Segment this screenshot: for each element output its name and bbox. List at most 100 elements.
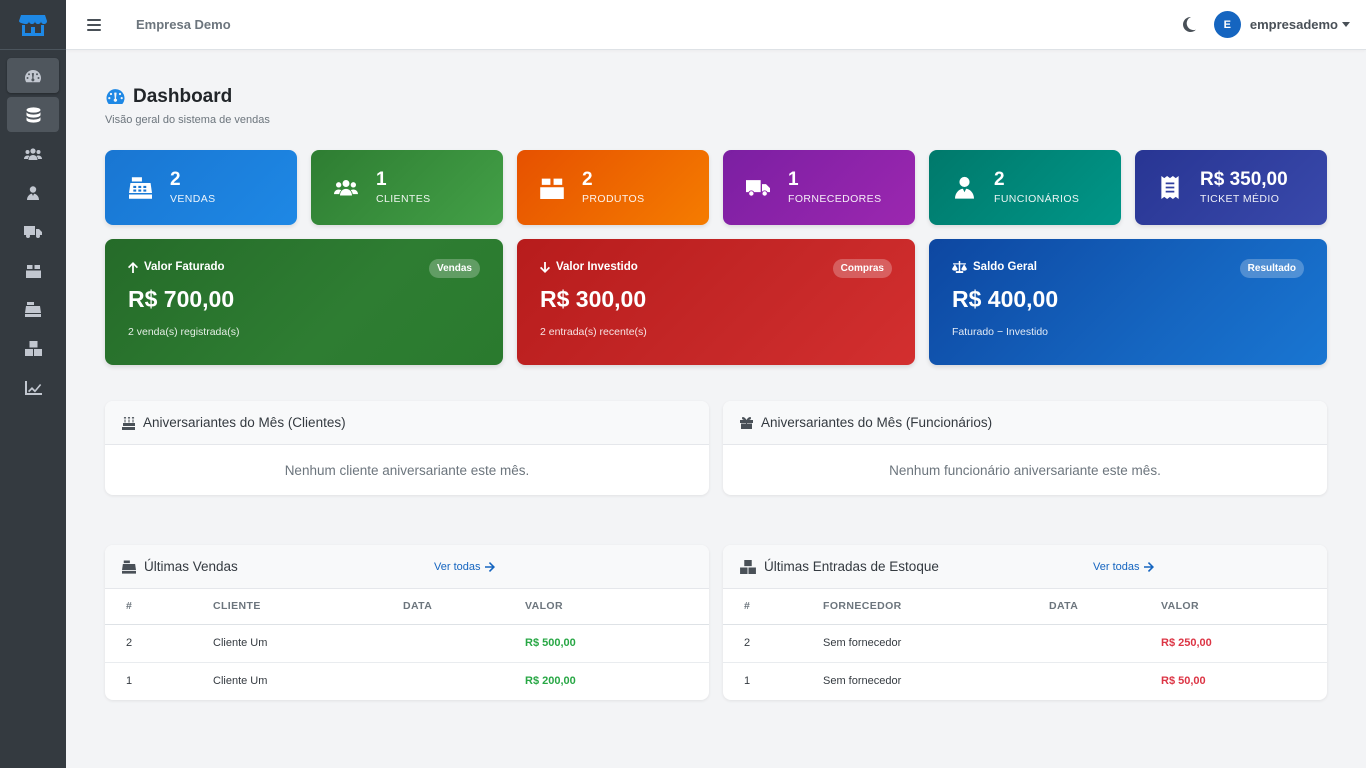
table-row[interactable]: 1 Sem fornecedor R$ 50,00 — [723, 662, 1327, 700]
row-date — [403, 662, 525, 700]
recent-stock-entries-card: Últimas Entradas de Estoque Ver todas # … — [723, 545, 1327, 700]
summary-title: Saldo Geral — [973, 261, 1037, 273]
card-title: Últimas Entradas de Estoque — [764, 559, 939, 574]
page-subtitle: Visão geral do sistema de vendas — [105, 114, 270, 126]
user-tie-icon — [27, 185, 39, 200]
row-supplier: Sem fornecedor — [823, 675, 902, 688]
stat-card-clients[interactable]: 1 CLIENTES — [311, 150, 503, 225]
stat-value: 2 — [994, 169, 1005, 190]
status-badge: Vendas — [428, 259, 480, 278]
stat-card-ticket[interactable]: R$ 350,00 TICKET MÉDIO — [1135, 150, 1327, 225]
truck-icon — [24, 226, 42, 238]
arrow-right-icon — [1144, 561, 1155, 572]
users-icon — [334, 180, 358, 196]
stat-card-suppliers[interactable]: 1 FORNECEDORES — [723, 150, 915, 225]
stat-value: 1 — [376, 169, 387, 190]
empty-message: Nenhum cliente aniversariante este mês. — [284, 462, 530, 478]
stat-label: PRODUTOS — [582, 193, 645, 205]
menu-toggle-icon[interactable] — [87, 18, 101, 31]
row-id: 2 — [723, 624, 823, 663]
row-id: 2 — [105, 624, 213, 663]
row-value: R$ 250,00 — [1161, 624, 1327, 663]
sidebar-item-sales[interactable] — [7, 292, 59, 327]
stat-label: CLIENTES — [376, 193, 431, 205]
table-row[interactable]: 1 Cliente Um R$ 200,00 — [105, 662, 709, 700]
row-value: R$ 500,00 — [525, 624, 709, 663]
receipt-icon — [1161, 176, 1179, 199]
main-content: Dashboard Visão geral do sistema de vend… — [105, 86, 1327, 700]
store-icon — [19, 14, 47, 36]
arrow-right-icon — [485, 561, 496, 572]
moon-icon[interactable] — [1182, 17, 1196, 32]
cash-register-icon — [25, 302, 41, 317]
row-client: Cliente Um — [213, 675, 268, 688]
row-supplier: Sem fornecedor — [823, 624, 1049, 663]
sidebar-item-products[interactable] — [7, 253, 59, 288]
status-badge: Compras — [832, 259, 892, 278]
box-icon — [540, 178, 564, 199]
users-icon — [24, 147, 42, 160]
row-date — [1049, 662, 1161, 700]
arrow-up-icon — [128, 261, 138, 273]
card-title: Últimas Vendas — [144, 559, 238, 574]
row-date — [403, 624, 525, 663]
table-row[interactable]: 2 Sem fornecedor R$ 250,00 — [723, 624, 1327, 663]
sidebar-item-clients[interactable] — [7, 136, 59, 171]
recent-sales-card: Últimas Vendas Ver todas # CLIENTE DATA … — [105, 545, 709, 700]
summary-card-balance: Saldo Geral Resultado R$ 400,00 Faturado… — [929, 239, 1327, 365]
birthdays-employees-card: Aniversariantes do Mês (Funcionários) Ne… — [723, 401, 1327, 495]
column-header: # — [723, 589, 823, 625]
card-title: Aniversariantes do Mês (Clientes) — [143, 415, 346, 430]
chevron-down-icon[interactable] — [1342, 22, 1350, 27]
summary-card-investment: Valor Investido Compras R$ 300,00 2 entr… — [517, 239, 915, 365]
empty-message: Nenhum funcionário aniversariante este m… — [889, 462, 1161, 478]
sidebar — [0, 0, 66, 768]
summary-title: Valor Investido — [556, 261, 638, 273]
column-header: DATA — [1049, 589, 1161, 625]
summary-note: 2 venda(s) registrada(s) — [128, 326, 240, 338]
stat-card-sales[interactable]: 2 VENDAS — [105, 150, 297, 225]
view-all-entries-link[interactable]: Ver todas — [1093, 561, 1155, 573]
database-icon — [26, 106, 40, 123]
stat-value: 2 — [582, 169, 593, 190]
tachometer-icon — [25, 69, 41, 82]
avatar[interactable]: E — [1213, 11, 1241, 38]
stat-card-employees[interactable]: 2 FUNCIONÁRIOS — [929, 150, 1121, 225]
stat-label: FUNCIONÁRIOS — [994, 193, 1080, 205]
summary-card-revenue: Valor Faturado Vendas R$ 700,00 2 venda(… — [105, 239, 503, 365]
summary-amount: R$ 400,00 — [952, 286, 1059, 312]
sidebar-item-reports[interactable] — [7, 370, 59, 405]
stat-card-products[interactable]: 2 PRODUTOS — [517, 150, 709, 225]
sidebar-item-dashboard[interactable] — [7, 58, 59, 93]
birthday-cake-icon — [122, 416, 135, 430]
sidebar-item-suppliers[interactable] — [7, 214, 59, 249]
birthdays-clients-card: Aniversariantes do Mês (Clientes) Nenhum… — [105, 401, 709, 495]
table-row[interactable]: 2 Cliente Um R$ 500,00 — [105, 624, 709, 663]
truck-icon — [746, 180, 770, 197]
stat-value: R$ 350,00 — [1200, 169, 1288, 190]
user-menu[interactable]: empresademo — [1250, 17, 1338, 32]
boxes-icon — [24, 341, 42, 356]
summary-note: Faturado − Investido — [952, 326, 1049, 338]
cash-register-icon — [128, 176, 152, 199]
card-title: Aniversariantes do Mês (Funcionários) — [761, 415, 993, 430]
stat-label: VENDAS — [170, 193, 216, 205]
column-header: CLIENTE — [213, 589, 403, 625]
sidebar-item-database[interactable] — [7, 97, 59, 132]
summary-amount: R$ 700,00 — [128, 286, 235, 312]
page-title: Dashboard — [133, 86, 233, 107]
column-header: VALOR — [525, 589, 709, 625]
brand-logo[interactable] — [0, 0, 66, 50]
sidebar-item-employees[interactable] — [7, 175, 59, 210]
view-all-sales-link[interactable]: Ver todas — [434, 561, 496, 573]
summary-title: Valor Faturado — [144, 261, 225, 273]
row-date — [1049, 624, 1161, 663]
company-name: Empresa Demo — [136, 17, 231, 32]
stat-value: 1 — [788, 169, 799, 190]
stat-value: 2 — [170, 169, 181, 190]
row-value: R$ 200,00 — [525, 675, 576, 688]
column-header: # — [105, 589, 213, 625]
sidebar-item-stock[interactable] — [7, 331, 59, 366]
summary-amount: R$ 300,00 — [540, 286, 647, 312]
status-badge: Resultado — [1239, 259, 1304, 278]
